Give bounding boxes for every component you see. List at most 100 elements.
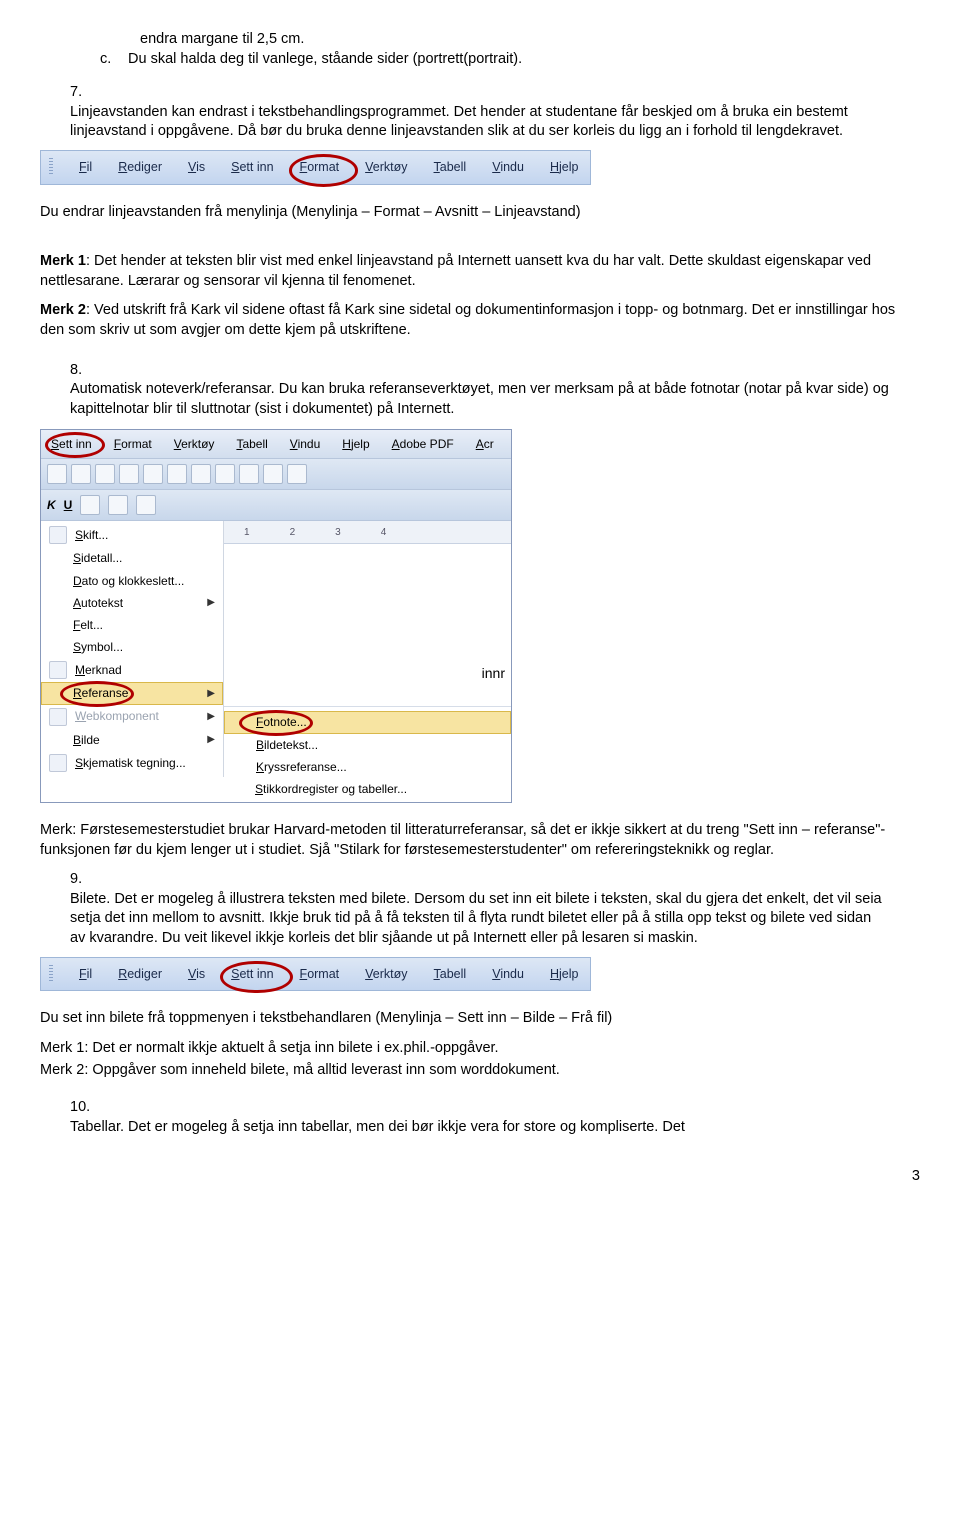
list-text: Bilete. Det er mogeleg å illustrera teks… bbox=[70, 890, 890, 949]
note-b2: Merk 2: Oppgåver som inneheld bilete, må… bbox=[40, 1061, 920, 1081]
menu-item-icon bbox=[49, 550, 65, 566]
toolbar-icon bbox=[287, 464, 307, 484]
paragraph: Merk: Førstesemesterstudiet brukar Harva… bbox=[40, 821, 920, 860]
list-sub-text: Du skal halda deg til vanlege, ståande s… bbox=[128, 51, 522, 67]
list-item-10: 10. Tabellar. Det er mogeleg å setja inn… bbox=[70, 1098, 920, 1137]
list-item-7: 7. Linjeavstanden kan endrast i tekstbeh… bbox=[70, 83, 920, 142]
menu-item: Sett inn bbox=[227, 157, 277, 178]
dropdown-item: Kryssreferanse... bbox=[224, 756, 511, 778]
menu-item: Verktøy bbox=[361, 964, 411, 985]
note-1: Merk 1: Det hender at teksten blir vist … bbox=[40, 252, 920, 291]
menu-item: Format bbox=[296, 157, 344, 178]
align-icon bbox=[80, 495, 100, 515]
toolbar-icon bbox=[119, 464, 139, 484]
note-text: : Det hender at teksten blir vist med en… bbox=[40, 253, 871, 289]
dropdown-item-label: Symbol... bbox=[73, 639, 123, 655]
dropdown-item: Fotnote... bbox=[224, 711, 511, 733]
menu-item: Hjelp bbox=[338, 434, 373, 454]
menu-item-icon bbox=[232, 714, 248, 730]
submenu-arrow-icon: ▶ bbox=[207, 710, 215, 724]
menu-item: Rediger bbox=[114, 964, 166, 985]
menu-item-icon bbox=[49, 685, 65, 701]
align-icon bbox=[136, 495, 156, 515]
menu-item: Adobe PDF bbox=[388, 434, 458, 454]
dropdown-item: Skift... bbox=[41, 523, 223, 547]
menu-item: Vindu bbox=[286, 434, 324, 454]
menu-item-icon bbox=[49, 661, 67, 679]
toolbar-icon bbox=[47, 464, 67, 484]
menu-item: Fil bbox=[75, 964, 96, 985]
paragraph: Du endrar linjeavstanden frå menylinja (… bbox=[40, 203, 920, 223]
note-label: Merk 2 bbox=[40, 302, 86, 318]
dropdown-item-label: Dato og klokkeslett... bbox=[73, 573, 184, 589]
list-text: Linjeavstanden kan endrast i tekstbehand… bbox=[70, 103, 890, 142]
menu-item: Tabell bbox=[232, 434, 271, 454]
menu-item-icon bbox=[232, 759, 248, 775]
dropdown-item-label: Referanse bbox=[73, 685, 128, 701]
menu-item: Sett inn bbox=[47, 434, 96, 454]
ruler-tick: 2 bbox=[290, 526, 296, 540]
menubar-grip-icon bbox=[49, 158, 53, 176]
page-number: 3 bbox=[40, 1167, 920, 1187]
menu-item: Vindu bbox=[488, 964, 528, 985]
menu-item: Tabell bbox=[430, 157, 471, 178]
menubar-grip-icon bbox=[49, 965, 53, 983]
menu-item-icon bbox=[49, 595, 65, 611]
list-item-8: 8. Automatisk noteverk/referansar. Du ka… bbox=[70, 361, 920, 420]
menu-item-icon bbox=[231, 781, 247, 797]
list-number: 7. bbox=[70, 83, 96, 103]
dropdown-item-label: Sidetall... bbox=[73, 550, 122, 566]
dropdown-item-label: Skjematisk tegning... bbox=[75, 755, 186, 771]
list-number: 8. bbox=[70, 361, 96, 381]
dropdown-item-label: Bildetekst... bbox=[256, 737, 318, 753]
menu-item: Acr bbox=[472, 434, 498, 454]
dropdown-item: Autotekst ▶ bbox=[41, 592, 223, 614]
toolbar-icon bbox=[239, 464, 259, 484]
dropdown-item: Referanse ▶ bbox=[41, 682, 223, 704]
dropdown-item: Bilde▶ bbox=[41, 729, 223, 751]
menu-item: Verktøy bbox=[361, 157, 411, 178]
dropdown-item: Symbol... bbox=[41, 636, 223, 658]
italic-button-icon: K bbox=[47, 497, 56, 513]
menu-item-icon bbox=[49, 639, 65, 655]
submenu-arrow-icon: ▶ bbox=[207, 687, 215, 701]
menu-item: Verktøy bbox=[170, 434, 219, 454]
menu-item-icon bbox=[49, 526, 67, 544]
underline-button-icon: U bbox=[64, 497, 73, 513]
dropdown-right-column: 1234 innr Fotnote...Bildetekst...Kryssre… bbox=[223, 521, 511, 802]
menu-item: Vis bbox=[184, 964, 209, 985]
menu-item: Format bbox=[110, 434, 156, 454]
menu-item: Vis bbox=[184, 157, 209, 178]
menu-item: Hjelp bbox=[546, 157, 583, 178]
note-2: Merk 2: Ved utskrift frå Kark vil sidene… bbox=[40, 301, 920, 340]
toolbar-icon bbox=[71, 464, 91, 484]
dropdown-item: Bildetekst... bbox=[224, 734, 511, 756]
menu-item: Format bbox=[296, 964, 344, 985]
note-b1: Merk 1: Det er normalt ikkje aktuelt å s… bbox=[40, 1039, 920, 1059]
dropdown-item-label: Skift... bbox=[75, 527, 108, 543]
dropdown-item: Stikkordregister og tabeller... bbox=[223, 778, 511, 800]
ruler-tick: 1 bbox=[244, 526, 250, 540]
menu-item: Sett inn bbox=[227, 964, 277, 985]
list-text: Tabellar. Det er mogeleg å setja inn tab… bbox=[70, 1118, 890, 1138]
dropdown-item: Dato og klokkeslett... bbox=[41, 570, 223, 592]
dropdown-left-column: Skift... Sidetall... Dato og klokkeslett..… bbox=[41, 521, 224, 776]
paragraph: Du set inn bilete frå toppmenyen i tekst… bbox=[40, 1009, 920, 1029]
submenu-arrow-icon: ▶ bbox=[207, 733, 215, 747]
dropdown-item: Sidetall... bbox=[41, 547, 223, 569]
submenu-arrow-icon: ▶ bbox=[207, 596, 215, 610]
dropdown-item: Skjematisk tegning... bbox=[41, 751, 223, 775]
toolbar-icon bbox=[215, 464, 235, 484]
toolbar-icon bbox=[191, 464, 211, 484]
menu-item-icon bbox=[49, 617, 65, 633]
word-toolbar bbox=[41, 459, 511, 490]
dropdown-item: Merknad bbox=[41, 658, 223, 682]
note-label: Merk 1 bbox=[40, 253, 86, 269]
dropdown-item: Webkomponent▶ bbox=[41, 705, 223, 729]
menu-item: Fil bbox=[75, 157, 96, 178]
dropdown-item-label: Autotekst bbox=[73, 595, 123, 611]
dropdown-item: Felt... bbox=[41, 614, 223, 636]
menu-item-icon bbox=[232, 737, 248, 753]
list-text: Automatisk noteverk/referansar. Du kan b… bbox=[70, 380, 890, 419]
menu-item: Tabell bbox=[430, 964, 471, 985]
